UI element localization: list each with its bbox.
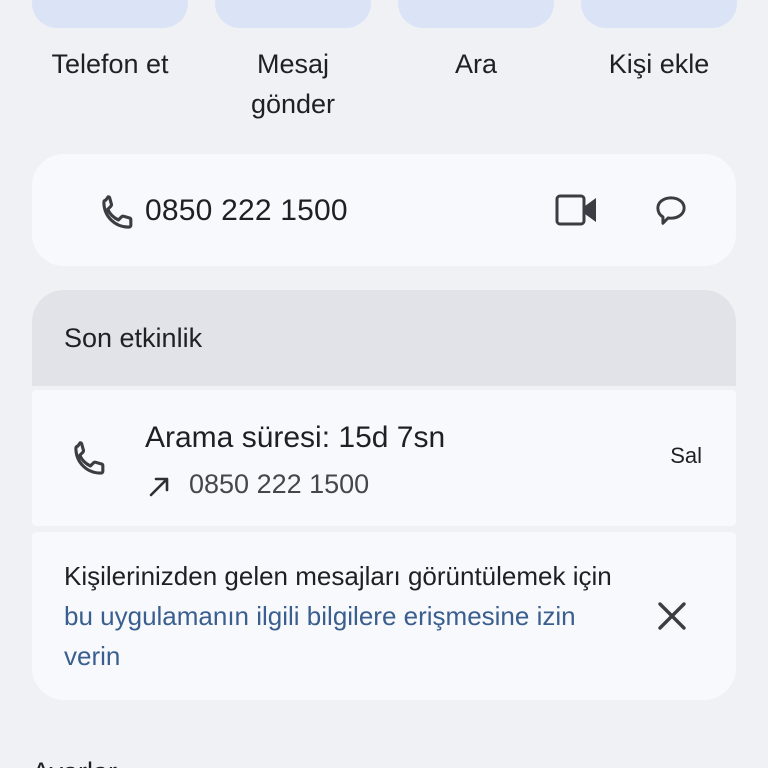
search-action-button[interactable]: [398, 0, 554, 28]
search-action-label: Ara: [454, 49, 498, 79]
message-action-label: Mesaj gönder: [250, 49, 336, 119]
phone-icon: [68, 437, 112, 481]
quick-actions-row: Telefon et Mesaj gönder Ara Kişi ekle: [0, 0, 768, 130]
video-call-icon[interactable]: [554, 192, 600, 230]
add-contact-action-label: Kişi ekle: [608, 49, 710, 79]
outgoing-arrow-icon: [146, 472, 174, 500]
settings-section-label: Ayarlar: [32, 752, 117, 768]
permission-link[interactable]: bu uygulamanın ilgili bilgilere erişmesi…: [64, 601, 576, 671]
call-day-text: Sal: [670, 443, 702, 468]
phone-icon[interactable]: [96, 191, 140, 235]
recent-activity-title: Son etkinlik: [64, 323, 203, 353]
call-action-button[interactable]: [32, 0, 188, 28]
permission-prefix: Kişilerinizden gelen mesajları görüntüle…: [64, 561, 612, 591]
phone-number-card[interactable]: 0850 222 1500: [32, 154, 736, 266]
permission-text: Kişilerinizden gelen mesajları görüntüle…: [64, 556, 634, 676]
phone-number: 0850 222 1500: [145, 194, 348, 227]
call-number-text: 0850 222 1500: [189, 469, 370, 499]
recent-activity-header: Son etkinlik: [32, 290, 736, 386]
message-action-button[interactable]: [215, 0, 371, 28]
message-icon[interactable]: [650, 190, 692, 232]
call-action-label: Telefon et: [51, 49, 169, 79]
add-contact-action-button[interactable]: [581, 0, 737, 28]
permission-notice-card: Kişilerinizden gelen mesajları görüntüle…: [32, 532, 736, 700]
call-history-row[interactable]: Arama süresi: 15d 7sn 0850 222 1500 Sal: [32, 390, 736, 526]
close-icon[interactable]: [652, 596, 692, 636]
contact-detail-screen: Telefon et Mesaj gönder Ara Kişi ekle 08…: [0, 0, 768, 768]
call-duration-text: Arama süresi: 15d 7sn: [145, 421, 446, 454]
